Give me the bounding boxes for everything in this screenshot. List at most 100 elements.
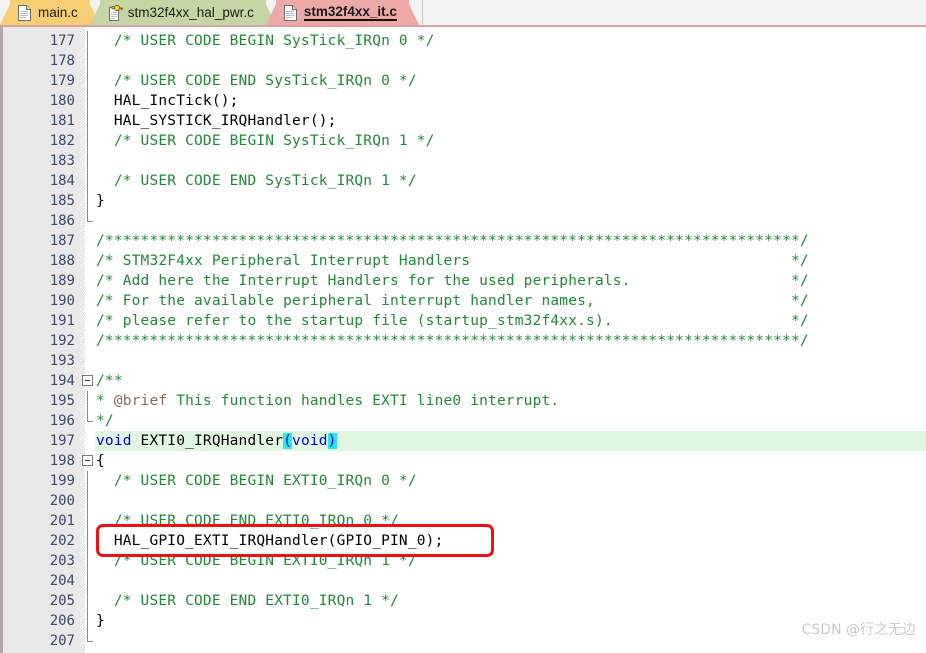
code-line-row[interactable]: 182 /* USER CODE BEGIN SysTick_IRQn 1 */	[0, 131, 926, 151]
code-line-text[interactable]: /**	[96, 371, 123, 391]
code-line-text[interactable]: /* USER CODE BEGIN EXTI0_IRQn 0 */	[96, 471, 417, 491]
tab-right-slant	[406, 0, 419, 25]
fold-guide-line	[87, 71, 88, 91]
code-line-row[interactable]: 189 /* Add here the Interrupt Handlers fo…	[0, 271, 926, 291]
code-line-text[interactable]: void EXTI0_IRQHandler(void)	[96, 431, 337, 451]
code-line-row[interactable]: 197 void EXTI0_IRQHandler(void)	[0, 431, 926, 451]
line-number: 188	[49, 253, 75, 269]
code-line-row[interactable]: 206}	[0, 611, 926, 631]
code-line-row[interactable]: 178	[0, 51, 926, 71]
fold-guide-line	[87, 491, 88, 511]
code-line-row[interactable]: 201 /* USER CODE END EXTI0_IRQn 0 */	[0, 511, 926, 531]
fold-guide-line	[87, 211, 88, 221]
fold-guide-line	[87, 631, 88, 641]
line-number: 197	[49, 433, 75, 449]
code-line-row[interactable]: 192 /************************************…	[0, 331, 926, 351]
code-line-row[interactable]: 204	[0, 571, 926, 591]
tab-left-slant	[89, 0, 102, 25]
file-icon	[18, 4, 31, 21]
tab-bar-empty-area	[421, 0, 926, 25]
code-line-text[interactable]: /* USER CODE BEGIN EXTI0_IRQn 1 */	[96, 551, 417, 571]
code-line-text[interactable]: }	[96, 611, 105, 631]
tab-left-slant	[0, 0, 12, 25]
code-line-row[interactable]: 205 /* USER CODE END EXTI0_IRQn 1 */	[0, 591, 926, 611]
line-number: 202	[49, 533, 75, 549]
fold-guide-line	[87, 51, 88, 71]
csdn-watermark: CSDN @行之无边	[801, 622, 916, 638]
fold-guide-line	[87, 131, 88, 151]
line-number: 185	[49, 193, 75, 209]
code-line-row[interactable]: 195 * @brief This function handles EXTI l…	[0, 391, 926, 411]
line-number: 178	[49, 53, 75, 69]
code-line-text[interactable]: /* Add here the Interrupt Handlers for t…	[96, 271, 809, 291]
tab-label: stm32f4xx_hal_pwr.c	[127, 5, 254, 20]
line-number: 184	[49, 173, 75, 189]
code-line-row[interactable]: 188 /* STM32F4xx Peripheral Interrupt Han…	[0, 251, 926, 271]
code-line-text[interactable]: /* STM32F4xx Peripheral Interrupt Handle…	[96, 251, 809, 271]
code-line-row[interactable]: 203 /* USER CODE BEGIN EXTI0_IRQn 1 */	[0, 551, 926, 571]
fold-guide-line	[87, 411, 88, 421]
code-line-row[interactable]: 194 /**	[0, 371, 926, 391]
editor-tab-main-c[interactable]: main.c	[0, 0, 100, 25]
code-line-text[interactable]: */	[96, 411, 114, 431]
fold-collapse-icon[interactable]	[82, 455, 93, 466]
fold-guide-line	[87, 111, 88, 131]
code-line-text[interactable]: /***************************************…	[96, 231, 809, 251]
line-number: 177	[49, 33, 75, 49]
code-line-text[interactable]: /* USER CODE BEGIN SysTick_IRQn 0 */	[96, 31, 435, 51]
code-line-text[interactable]: {	[96, 451, 105, 471]
code-line-text[interactable]: }	[96, 191, 105, 211]
line-number: 189	[49, 273, 75, 289]
fold-end-marker	[87, 641, 93, 642]
fold-end-marker	[87, 421, 93, 422]
code-line-text[interactable]: /* please refer to the startup file (sta…	[96, 311, 809, 331]
code-line-row[interactable]: 193	[0, 351, 926, 371]
code-line-row[interactable]: 196 */	[0, 411, 926, 431]
line-number: 199	[49, 473, 75, 489]
code-line-row[interactable]: 190 /* For the available peripheral inter…	[0, 291, 926, 311]
fold-end-marker	[87, 221, 93, 222]
tab-left-slant	[265, 0, 278, 25]
code-line-text[interactable]: /* USER CODE END EXTI0_IRQn 1 */	[96, 591, 399, 611]
code-line-row[interactable]: 177 /* USER CODE BEGIN SysTick_IRQn 0 */	[0, 31, 926, 51]
code-line-text[interactable]: HAL_GPIO_EXTI_IRQHandler(GPIO_PIN_0);	[96, 531, 443, 551]
fold-guide-line	[87, 191, 88, 211]
code-editor-area[interactable]: 177 /* USER CODE BEGIN SysTick_IRQn 0 */…	[0, 27, 926, 653]
code-line-row[interactable]: 186	[0, 211, 926, 231]
code-line-text[interactable]: /* USER CODE END SysTick_IRQn 0 */	[96, 71, 417, 91]
code-line-row[interactable]: 207	[0, 631, 926, 651]
code-line-row[interactable]: 199 /* USER CODE BEGIN EXTI0_IRQn 0 */	[0, 471, 926, 491]
line-number: 206	[49, 613, 75, 629]
line-number: 207	[49, 633, 75, 649]
editor-tab-stm32f4xx-hal-pwr-c[interactable]: stm32f4xx_hal_pwr.c	[89, 0, 276, 25]
code-line-text[interactable]: /***************************************…	[96, 331, 809, 351]
editor-tab-stm32f4xx-it-c[interactable]: stm32f4xx_it.c	[265, 0, 419, 25]
code-line-row[interactable]: 202 HAL_GPIO_EXTI_IRQHandler(GPIO_PIN_0)…	[0, 531, 926, 551]
code-line-row[interactable]: 181 HAL_SYSTICK_IRQHandler();	[0, 111, 926, 131]
tab-label: stm32f4xx_it.c	[303, 4, 397, 21]
line-number: 192	[49, 333, 75, 349]
editor-tab-bar: main.c stm32f4xx_hal_pwr.c stm32f4xx_it.c	[0, 0, 926, 27]
code-line-row[interactable]: 187 /************************************…	[0, 231, 926, 251]
line-number: 183	[49, 153, 75, 169]
code-line-text[interactable]: HAL_IncTick();	[96, 91, 239, 111]
code-line-row[interactable]: 191 /* please refer to the startup file (…	[0, 311, 926, 331]
code-line-row[interactable]: 198 {	[0, 451, 926, 471]
code-line-text[interactable]: /* USER CODE END EXTI0_IRQn 0 */	[96, 511, 399, 531]
code-line-text[interactable]: HAL_SYSTICK_IRQHandler();	[96, 111, 337, 131]
code-editor-window: main.c stm32f4xx_hal_pwr.c stm32f4xx_it.c …	[0, 0, 926, 653]
code-line-text[interactable]: /* USER CODE END SysTick_IRQn 1 */	[96, 171, 417, 191]
line-number: 196	[49, 413, 75, 429]
line-number: 181	[49, 113, 75, 129]
code-line-row[interactable]: 184 /* USER CODE END SysTick_IRQn 1 */	[0, 171, 926, 191]
code-line-text[interactable]: /* For the available peripheral interrup…	[96, 291, 809, 311]
fold-collapse-icon[interactable]	[82, 375, 93, 386]
code-line-row[interactable]: 185}	[0, 191, 926, 211]
code-line-row[interactable]: 200	[0, 491, 926, 511]
code-line-row[interactable]: 179 /* USER CODE END SysTick_IRQn 0 */	[0, 71, 926, 91]
code-lines-container[interactable]: 177 /* USER CODE BEGIN SysTick_IRQn 0 */…	[0, 27, 926, 653]
code-line-text[interactable]: * @brief This function handles EXTI line…	[96, 391, 559, 411]
code-line-row[interactable]: 183	[0, 151, 926, 171]
code-line-row[interactable]: 180 HAL_IncTick();	[0, 91, 926, 111]
code-line-text[interactable]: /* USER CODE BEGIN SysTick_IRQn 1 */	[96, 131, 435, 151]
